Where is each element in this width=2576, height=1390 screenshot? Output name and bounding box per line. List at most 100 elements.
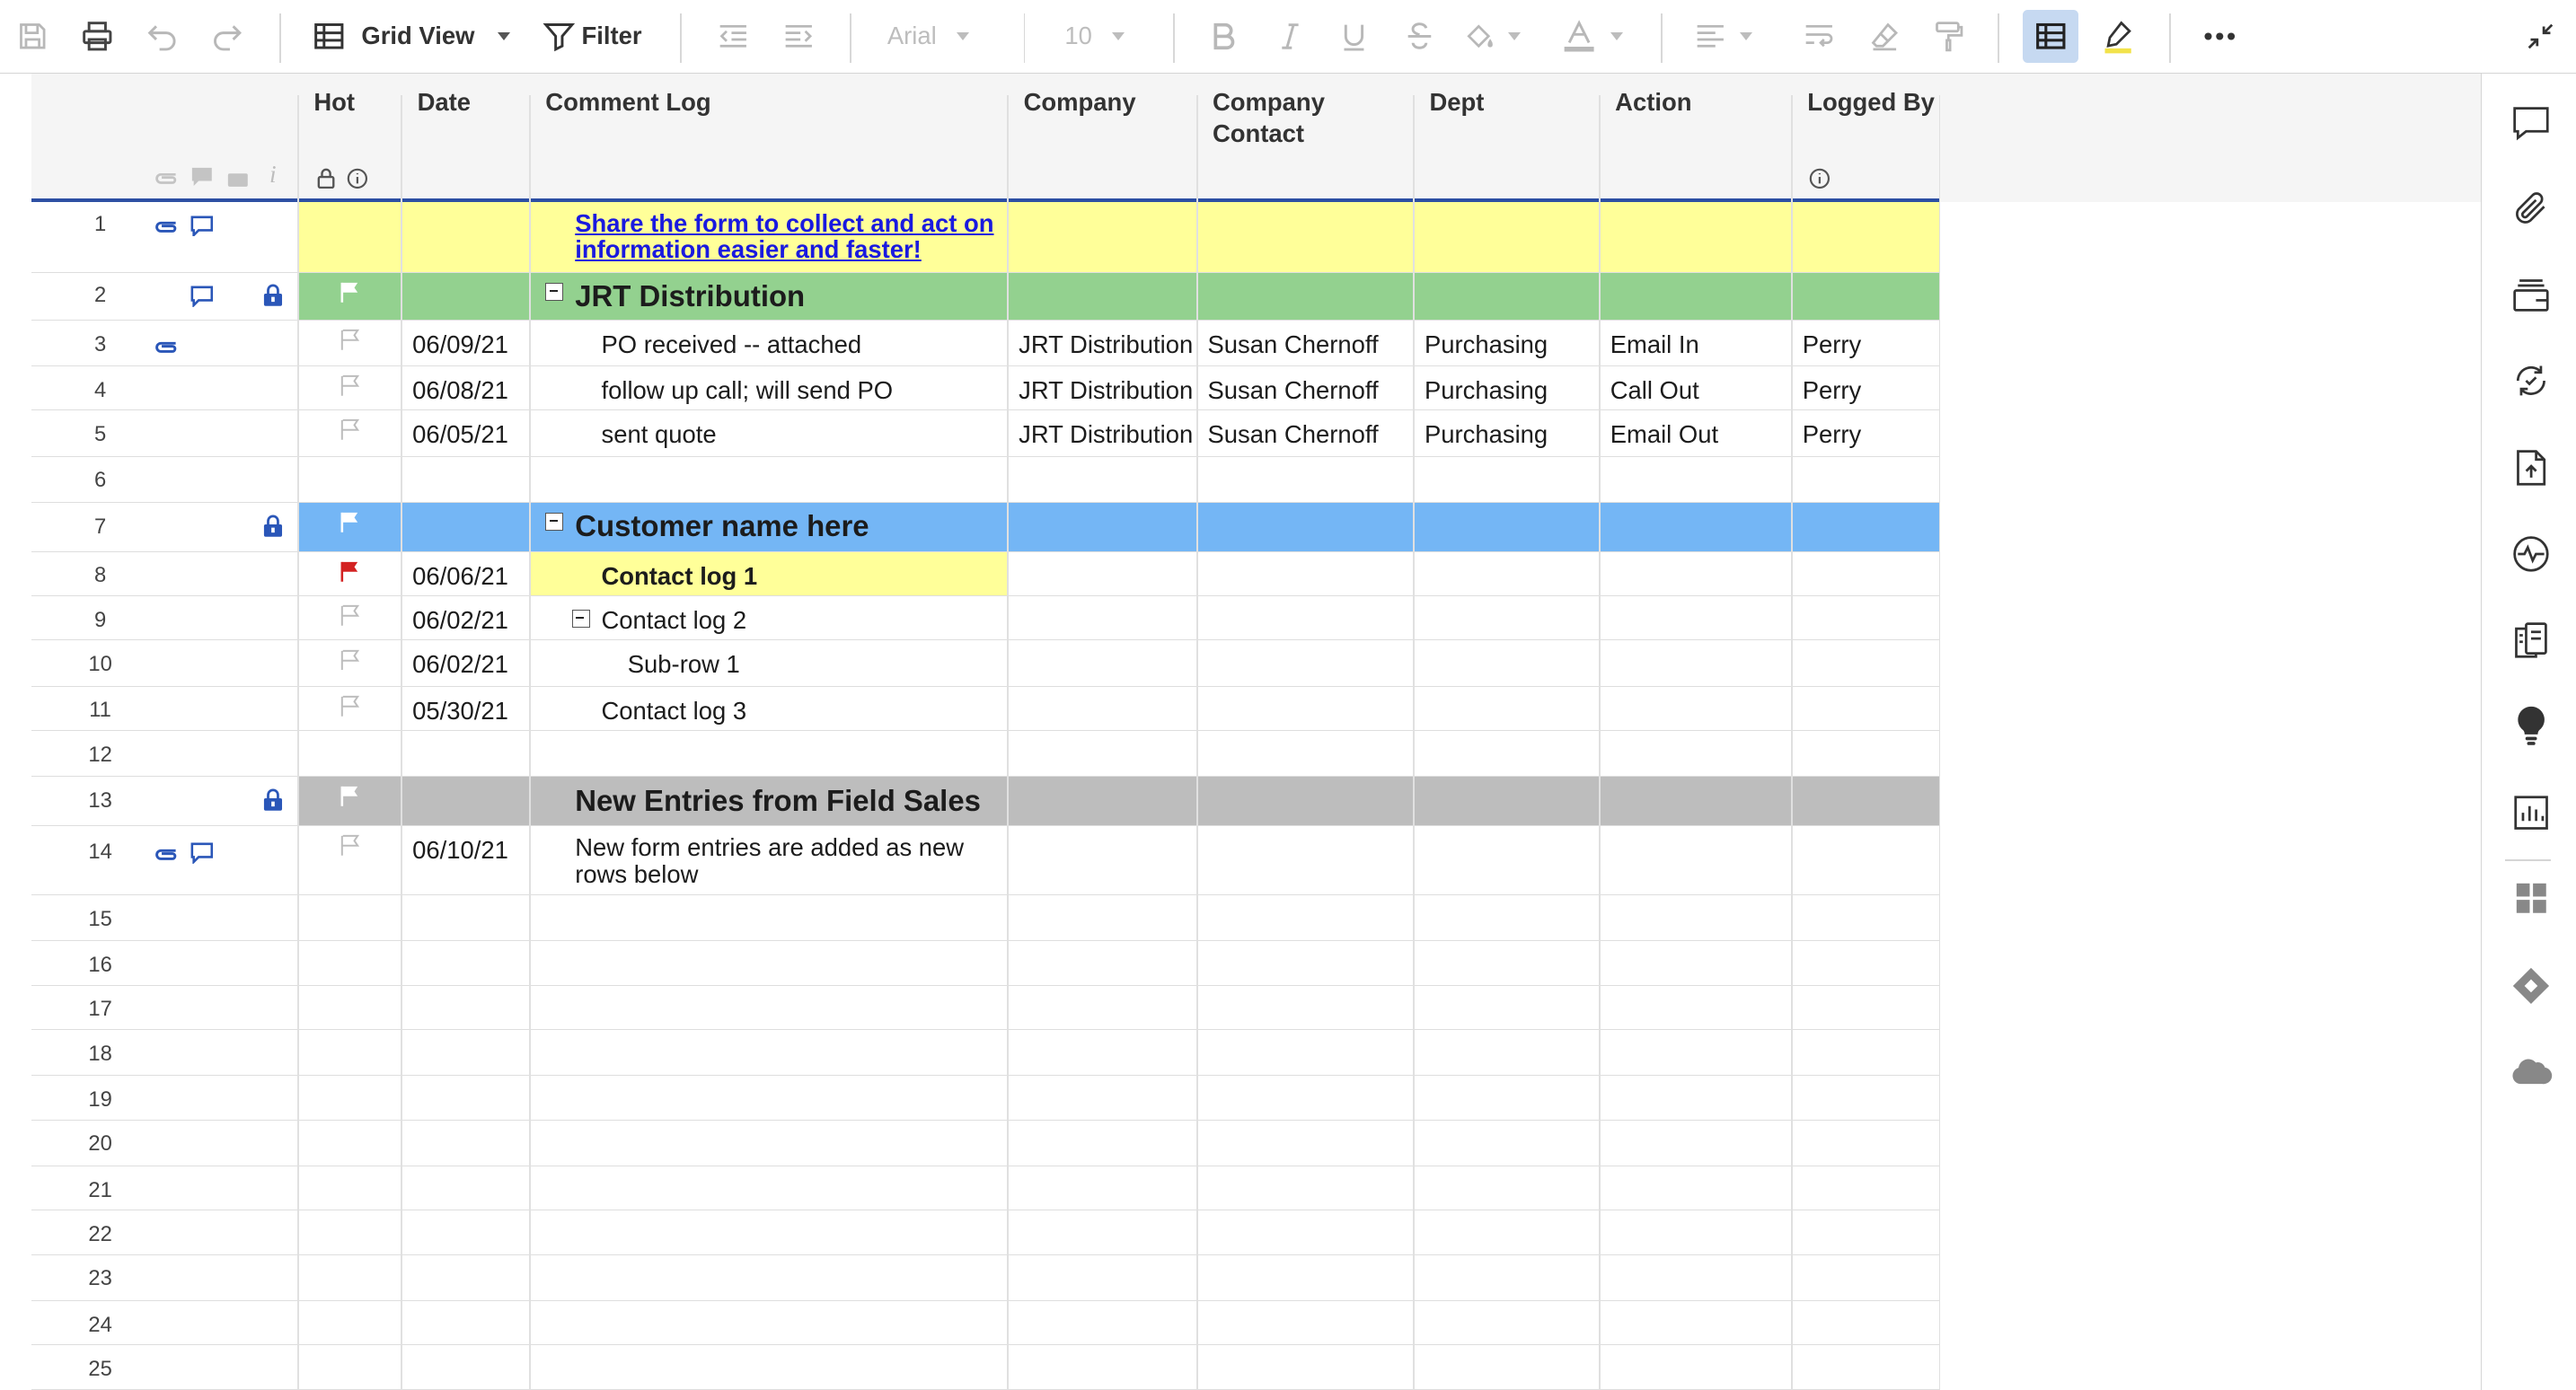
comment-log-cell[interactable]: Contact log 3	[529, 687, 1007, 730]
table-row[interactable]: 13 New Entries from Field Sales	[31, 777, 1941, 827]
comment-icon[interactable]	[190, 286, 214, 308]
share-form-link[interactable]: Share the form to collect and act on inf…	[575, 210, 1005, 263]
contact-cell[interactable]: Susan Chernoff	[1196, 321, 1413, 365]
logged-by-cell[interactable]: Perry	[1791, 366, 1940, 409]
column-header-company-contact[interactable]: Company Contact	[1196, 74, 1413, 198]
summary-icon[interactable]	[2509, 531, 2554, 576]
flag-icon[interactable]	[340, 649, 360, 671]
table-row[interactable]: 6	[31, 457, 1941, 503]
table-row[interactable]: 22	[31, 1210, 1941, 1255]
proofs-icon[interactable]	[2509, 273, 2554, 319]
fill-color-icon[interactable]	[1462, 13, 1538, 59]
date-cell[interactable]: 06/05/21	[401, 410, 529, 455]
date-cell[interactable]: 05/30/21	[401, 687, 529, 730]
italic-icon[interactable]	[1266, 13, 1312, 59]
grid-view-button[interactable]: Grid View	[313, 13, 513, 59]
action-cell[interactable]: Call Out	[1599, 366, 1791, 409]
lock-icon[interactable]	[263, 284, 283, 307]
table-row[interactable]: 8 06/06/21 Contact log 1	[31, 551, 1941, 597]
comment-log-cell[interactable]: Sub-row 1	[529, 640, 1007, 685]
column-header-dept[interactable]: Dept	[1413, 74, 1599, 198]
comment-log-cell[interactable]: PO received -- attached	[529, 321, 1007, 365]
table-row[interactable]: 1 Share the form to collect and act on i…	[31, 201, 1941, 273]
date-cell[interactable]: 06/02/21	[401, 640, 529, 685]
grid-toggle-button[interactable]	[2022, 9, 2079, 63]
collapse-icon[interactable]	[2517, 13, 2563, 59]
date-cell[interactable]: 06/09/21	[401, 321, 529, 365]
format-painter-icon[interactable]	[1926, 13, 1972, 59]
table-row[interactable]: 16	[31, 941, 1941, 986]
table-row[interactable]: 14 06/10/21 New form entries are added a…	[31, 826, 1941, 895]
date-cell[interactable]: 06/06/21	[401, 552, 529, 595]
table-row[interactable]: 23	[31, 1255, 1941, 1301]
table-row[interactable]: 11 05/30/21 Contact log 3	[31, 687, 1941, 732]
comment-log-cell[interactable]: Share the form to collect and act on inf…	[529, 202, 1007, 272]
filter-button[interactable]: Filter	[543, 13, 644, 59]
company-cell[interactable]: JRT Distribution	[1007, 321, 1195, 365]
font-family-select[interactable]: Arial	[887, 13, 992, 59]
attachment-icon[interactable]	[153, 844, 179, 862]
bold-icon[interactable]	[1201, 13, 1247, 59]
column-header-date[interactable]: Date	[401, 74, 529, 198]
info-icon[interactable]	[347, 168, 368, 189]
indent-icon[interactable]	[775, 13, 821, 59]
comment-log-cell[interactable]: sent quote	[529, 410, 1007, 455]
flag-icon[interactable]	[340, 695, 360, 717]
table-row[interactable]: 5 06/05/21 sent quote JRT Distribution S…	[31, 410, 1941, 457]
dept-cell[interactable]: Purchasing	[1413, 366, 1599, 409]
table-row[interactable]: 20	[31, 1121, 1941, 1166]
text-color-icon[interactable]	[1561, 13, 1636, 59]
clear-format-icon[interactable]	[1862, 13, 1908, 59]
flag-icon[interactable]	[340, 604, 360, 626]
column-header-action[interactable]: Action	[1599, 74, 1791, 198]
table-row[interactable]: 10 06/02/21 Sub-row 1	[31, 640, 1941, 687]
collapse-icon[interactable]	[545, 512, 564, 531]
collapse-icon[interactable]	[545, 282, 564, 301]
wrap-text-icon[interactable]	[1795, 13, 1841, 59]
lock-icon[interactable]	[263, 515, 283, 538]
comment-log-cell[interactable]: Contact log 2	[529, 596, 1007, 639]
flag-icon[interactable]	[340, 785, 360, 807]
redo-icon[interactable]	[204, 13, 250, 59]
date-cell[interactable]: 06/10/21	[401, 826, 529, 894]
contact-cell[interactable]: Susan Chernoff	[1196, 366, 1413, 409]
action-cell[interactable]: Email Out	[1599, 410, 1791, 455]
info-icon[interactable]	[1809, 168, 1831, 189]
column-header-company[interactable]: Company	[1007, 74, 1195, 198]
table-row[interactable]: 3 06/09/21 PO received -- attached JRT D…	[31, 321, 1941, 366]
table-row[interactable]: 19	[31, 1076, 1941, 1121]
comment-icon[interactable]	[190, 842, 214, 865]
highlight-icon[interactable]	[2095, 13, 2140, 59]
outdent-icon[interactable]	[710, 13, 755, 59]
flag-icon[interactable]	[340, 281, 360, 303]
table-row[interactable]: 9 06/02/21 Contact log 2	[31, 596, 1941, 641]
company-cell[interactable]: JRT Distribution	[1007, 366, 1195, 409]
flag-icon[interactable]	[340, 511, 360, 532]
apps-icon[interactable]	[2509, 875, 2554, 921]
bulb-icon[interactable]	[2509, 703, 2554, 749]
dept-cell[interactable]: Purchasing	[1413, 321, 1599, 365]
company-cell[interactable]: JRT Distribution	[1007, 410, 1195, 455]
comment-log-cell[interactable]: New form entries are added as new rows b…	[529, 826, 1007, 894]
flag-icon[interactable]	[340, 834, 360, 857]
print-icon[interactable]	[74, 13, 119, 59]
table-row[interactable]: 4 06/08/21 follow up call; will send PO …	[31, 366, 1941, 411]
underline-icon[interactable]	[1331, 13, 1377, 59]
table-row[interactable]: 12	[31, 731, 1941, 778]
action-cell[interactable]: Email In	[1599, 321, 1791, 365]
attachment-icon[interactable]	[153, 216, 179, 234]
date-cell[interactable]: 06/08/21	[401, 366, 529, 409]
flag-icon[interactable]	[340, 374, 360, 396]
comment-log-cell[interactable]: follow up call; will send PO	[529, 366, 1007, 409]
table-row[interactable]: 15	[31, 895, 1941, 942]
date-cell[interactable]: 06/02/21	[401, 596, 529, 639]
undo-icon[interactable]	[139, 13, 185, 59]
comments-icon[interactable]	[2509, 101, 2554, 146]
report-icon[interactable]	[2509, 790, 2554, 836]
flag-icon[interactable]	[340, 560, 360, 582]
upload-icon[interactable]	[2509, 445, 2554, 491]
collapse-icon[interactable]	[571, 609, 590, 628]
more-icon[interactable]	[2197, 13, 2243, 59]
logged-by-cell[interactable]: Perry	[1791, 410, 1940, 455]
table-row[interactable]: 17	[31, 986, 1941, 1030]
